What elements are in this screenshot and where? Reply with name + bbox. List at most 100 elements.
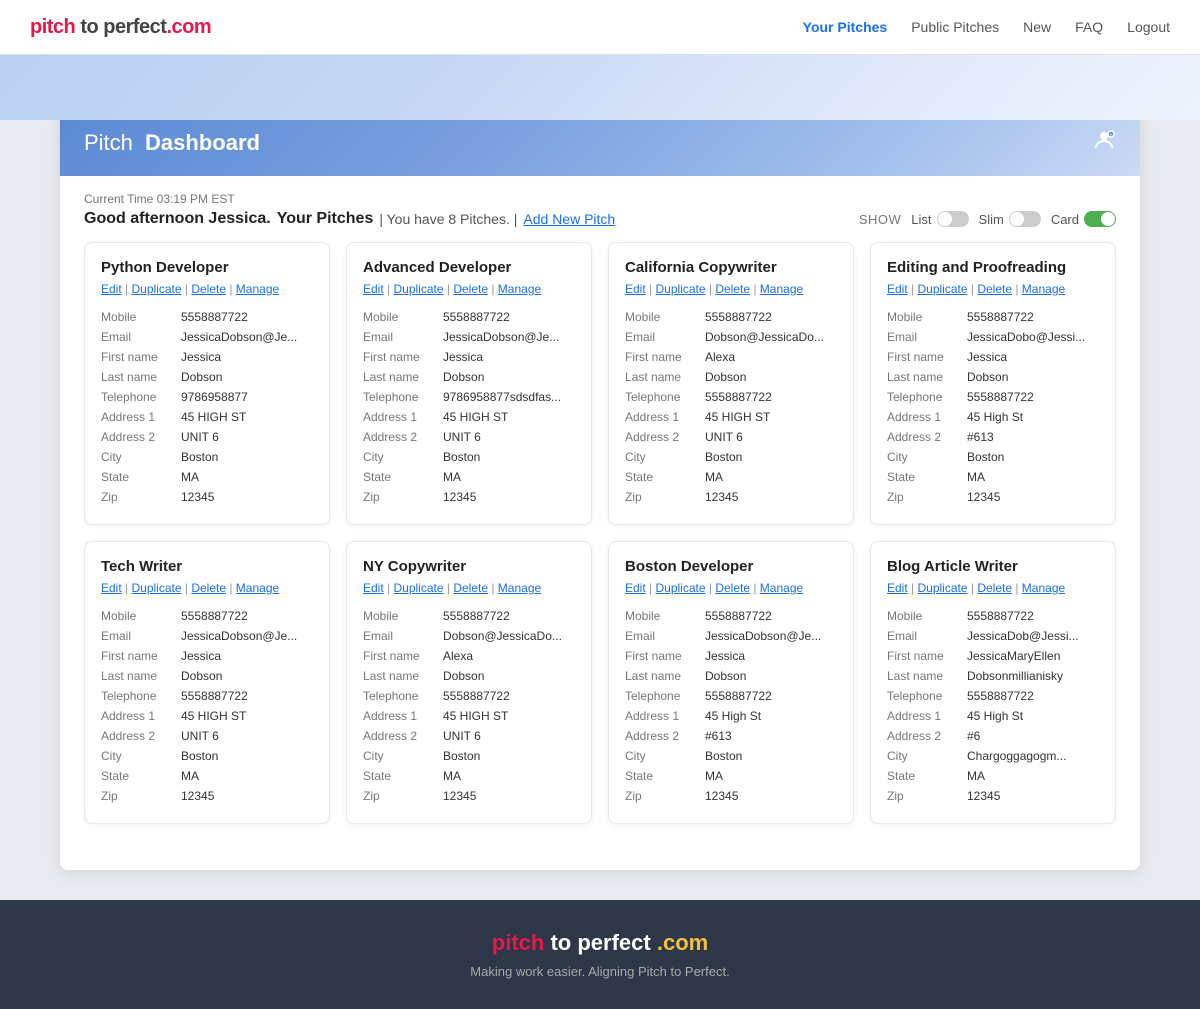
pitch-field: Mobile5558887722	[887, 308, 1099, 326]
pitch-field-value: UNIT 6	[181, 727, 219, 745]
pitch-action-manage[interactable]: Manage	[1022, 282, 1065, 296]
pitch-action-duplicate[interactable]: Duplicate	[131, 581, 181, 595]
pitch-action-manage[interactable]: Manage	[236, 282, 279, 296]
pitch-field-value: MA	[705, 468, 723, 486]
pitch-action-duplicate[interactable]: Duplicate	[393, 282, 443, 296]
pitch-field-label: Address 2	[101, 428, 181, 446]
nav-faq[interactable]: FAQ	[1075, 19, 1103, 35]
view-toggle: SHOW List Slim Card	[859, 211, 1116, 227]
pitch-action-delete[interactable]: Delete	[977, 581, 1012, 595]
pitch-action-duplicate[interactable]: Duplicate	[655, 581, 705, 595]
action-separator: |	[444, 581, 454, 595]
nav-new[interactable]: New	[1023, 19, 1051, 35]
pitch-field: Last nameDobson	[101, 368, 313, 386]
pitch-action-manage[interactable]: Manage	[1022, 581, 1065, 595]
pitch-field-label: Telephone	[887, 388, 967, 406]
pitch-action-edit[interactable]: Edit	[887, 581, 908, 595]
pitch-field-label: Address 2	[887, 428, 967, 446]
slim-label: Slim	[979, 212, 1004, 227]
pitch-action-edit[interactable]: Edit	[625, 282, 646, 296]
pitch-field-label: City	[887, 448, 967, 466]
pitch-field-label: Mobile	[363, 607, 443, 625]
nav-your-pitches[interactable]: Your Pitches	[803, 19, 888, 35]
pitch-action-edit[interactable]: Edit	[887, 282, 908, 296]
pitch-action-delete[interactable]: Delete	[715, 581, 750, 595]
pitch-field-label: State	[887, 767, 967, 785]
slim-toggle-switch[interactable]	[1009, 211, 1041, 227]
pitch-field-value: Chargoggagogm...	[967, 747, 1066, 765]
pitch-action-duplicate[interactable]: Duplicate	[393, 581, 443, 595]
pitch-field-label: Email	[363, 627, 443, 645]
pitch-field-label: Mobile	[625, 308, 705, 326]
pitch-field-value: JessicaDobson@Je...	[443, 328, 559, 346]
pitch-field-label: Zip	[887, 787, 967, 805]
nav-public-pitches[interactable]: Public Pitches	[911, 19, 999, 35]
pitch-field: EmailJessicaDobo@Jessi...	[887, 328, 1099, 346]
pitch-field: Mobile5558887722	[101, 607, 313, 625]
pitch-field-label: Address 1	[625, 408, 705, 426]
pitch-field-value: 9786958877sdsdfas...	[443, 388, 561, 406]
pitch-action-delete[interactable]: Delete	[453, 581, 488, 595]
user-icon-button[interactable]: +	[1092, 128, 1116, 158]
pitch-field-value: Boston	[443, 448, 480, 466]
pitch-action-duplicate[interactable]: Duplicate	[131, 282, 181, 296]
pitch-card: Advanced DeveloperEdit | Duplicate | Del…	[346, 242, 592, 525]
pitch-field: StateMA	[363, 468, 575, 486]
pitch-field-label: Last name	[625, 667, 705, 685]
pitch-field-value: 5558887722	[705, 308, 772, 326]
pitch-field: Address 145 High St	[887, 707, 1099, 725]
pitch-action-duplicate[interactable]: Duplicate	[917, 282, 967, 296]
pitch-action-manage[interactable]: Manage	[760, 581, 803, 595]
pitch-field-value: 5558887722	[967, 607, 1034, 625]
action-separator: |	[226, 282, 236, 296]
pitch-field: StateMA	[101, 468, 313, 486]
pitch-field-value: MA	[443, 468, 461, 486]
pitch-action-duplicate[interactable]: Duplicate	[917, 581, 967, 595]
pitch-field-label: Zip	[363, 488, 443, 506]
pitch-action-delete[interactable]: Delete	[453, 282, 488, 296]
pitch-action-manage[interactable]: Manage	[236, 581, 279, 595]
action-separator: |	[384, 282, 394, 296]
pitch-action-edit[interactable]: Edit	[363, 282, 384, 296]
pitch-action-edit[interactable]: Edit	[625, 581, 646, 595]
pitch-field: Last nameDobson	[625, 667, 837, 685]
pitch-field-label: Telephone	[101, 388, 181, 406]
your-pitches-label: Your Pitches	[277, 210, 374, 228]
pitch-action-manage[interactable]: Manage	[760, 282, 803, 296]
pitch-card-actions: Edit | Duplicate | Delete | Manage	[101, 581, 313, 595]
pitch-card: Python DeveloperEdit | Duplicate | Delet…	[84, 242, 330, 525]
pitch-field-label: State	[101, 468, 181, 486]
pitch-action-delete[interactable]: Delete	[191, 282, 226, 296]
pitch-action-delete[interactable]: Delete	[191, 581, 226, 595]
greeting-text: Good afternoon Jessica.	[84, 210, 271, 228]
pitch-action-edit[interactable]: Edit	[101, 581, 122, 595]
pitch-field: EmailDobson@JessicaDo...	[625, 328, 837, 346]
pitch-field-value: Boston	[181, 747, 218, 765]
pitch-field-value: Dobsonmillianisky	[967, 667, 1063, 685]
pitch-action-manage[interactable]: Manage	[498, 282, 541, 296]
pitch-field-value: JessicaDobson@Je...	[181, 627, 297, 645]
pitch-action-delete[interactable]: Delete	[977, 282, 1012, 296]
pitch-field-label: Address 1	[101, 707, 181, 725]
main-content: Pitch Dashboard + Current Time 03:19 PM …	[0, 120, 1200, 900]
pitch-field-label: Email	[363, 328, 443, 346]
pitch-action-manage[interactable]: Manage	[498, 581, 541, 595]
pitch-field: Mobile5558887722	[363, 308, 575, 326]
add-new-pitch-link[interactable]: Add New Pitch	[523, 211, 615, 227]
action-separator: |	[1012, 282, 1022, 296]
pitch-field: StateMA	[887, 468, 1099, 486]
pitch-action-delete[interactable]: Delete	[715, 282, 750, 296]
pitch-field-label: Address 2	[101, 727, 181, 745]
pitch-action-edit[interactable]: Edit	[363, 581, 384, 595]
pitch-field: Mobile5558887722	[887, 607, 1099, 625]
pitch-card: Editing and ProofreadingEdit | Duplicate…	[870, 242, 1116, 525]
pitch-field-value: 5558887722	[967, 308, 1034, 326]
card-toggle-switch[interactable]	[1084, 211, 1116, 227]
nav-logout[interactable]: Logout	[1127, 19, 1170, 35]
pitch-field-value: #613	[705, 727, 732, 745]
pitch-field-value: JessicaDob@Jessi...	[967, 627, 1079, 645]
pitch-action-duplicate[interactable]: Duplicate	[655, 282, 705, 296]
pitch-action-edit[interactable]: Edit	[101, 282, 122, 296]
list-toggle-switch[interactable]	[937, 211, 969, 227]
pitch-field-value: 45 HIGH ST	[443, 408, 508, 426]
